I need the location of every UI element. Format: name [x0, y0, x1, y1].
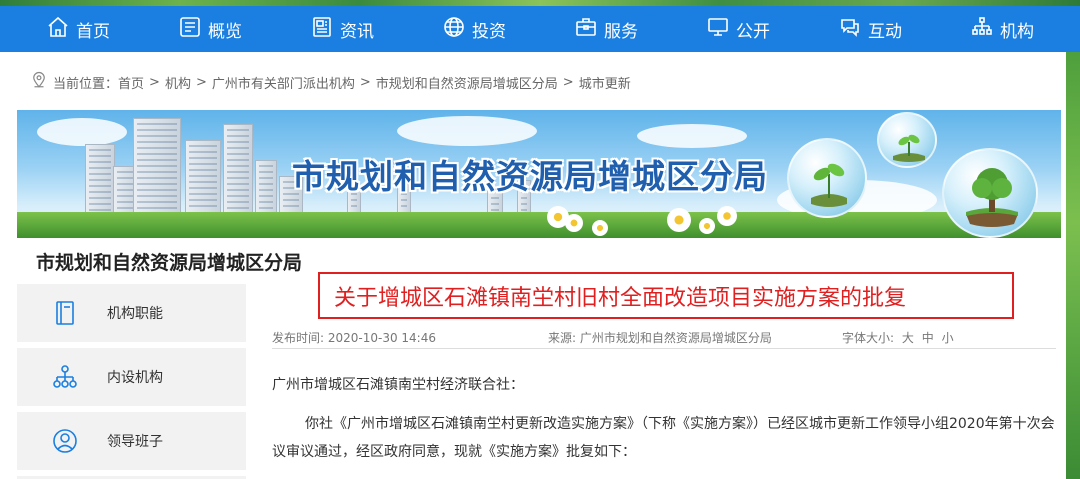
- article-meta: 发布时间: 2020-10-30 14:46 来源: 广州市规划和自然资源局增城…: [272, 327, 1056, 349]
- building: [255, 160, 277, 216]
- right-decoration: [1066, 52, 1080, 479]
- font-size-label: 字体大小:: [842, 331, 895, 345]
- article-salutation: 广州市增城区石滩镇南坣村经济联合社：: [272, 377, 524, 393]
- breadcrumb-separator: >: [149, 74, 160, 90]
- breadcrumb: 当前位置： 首页 > 机构 > 广州市有关部门派出机构 > 市规划和自然资源局增…: [30, 70, 631, 94]
- breadcrumb-current[interactable]: 城市更新: [579, 73, 631, 92]
- building: [133, 118, 181, 216]
- breadcrumb-separator: >: [562, 74, 574, 90]
- daisy: [565, 214, 583, 232]
- nav-item-interact[interactable]: 互动: [832, 6, 908, 52]
- nav-label: 投资: [472, 21, 506, 42]
- tree-bubble: [942, 148, 1038, 238]
- nav-item-org[interactable]: 机构: [964, 6, 1040, 52]
- breadcrumb-org[interactable]: 机构: [165, 73, 191, 92]
- user-icon: [35, 427, 95, 455]
- nav-label: 首页: [76, 21, 110, 42]
- nav-item-news[interactable]: 资讯: [304, 6, 380, 52]
- section-title: 市规划和自然资源局增城区分局: [36, 252, 303, 274]
- org-chart-icon: [35, 363, 95, 391]
- font-size-small[interactable]: 小: [942, 331, 954, 345]
- daisy: [667, 208, 691, 232]
- org-icon: [970, 15, 994, 44]
- nav-item-invest[interactable]: 投资: [436, 6, 512, 52]
- nav-item-home[interactable]: 首页: [40, 6, 116, 52]
- building: [185, 140, 221, 216]
- location-pin-icon: [30, 71, 53, 93]
- monitor-icon: [706, 15, 730, 44]
- briefcase-icon: [574, 15, 598, 44]
- article-title-highlight: 关于增城区石滩镇南坣村旧村全面改造项目实施方案的批复: [318, 272, 1014, 319]
- breadcrumb-bureau[interactable]: 市规划和自然资源局增城区分局: [376, 73, 558, 92]
- font-size-large[interactable]: 大: [902, 331, 914, 345]
- nav-label: 概览: [208, 21, 242, 42]
- daisy: [699, 218, 715, 234]
- building: [85, 144, 115, 216]
- breadcrumb-separator: >: [359, 74, 371, 90]
- building: [223, 124, 253, 216]
- news-icon: [310, 15, 334, 44]
- cloud: [37, 118, 127, 146]
- nav-label: 机构: [1000, 21, 1034, 42]
- cloud: [397, 116, 537, 146]
- publish-time: 发布时间: 2020-10-30 14:46: [272, 331, 436, 345]
- grass: [17, 212, 1061, 238]
- sidebar-item-label: 机构职能: [107, 306, 163, 322]
- daisy: [717, 206, 737, 226]
- nav-label: 公开: [736, 21, 770, 42]
- font-size-controls: 字体大小: 大 中 小: [842, 329, 954, 346]
- banner: 市规划和自然资源局增城区分局: [17, 110, 1061, 238]
- article-source: 来源: 广州市规划和自然资源局增城区分局: [548, 331, 772, 345]
- nav-item-public[interactable]: 公开: [700, 6, 776, 52]
- font-size-medium[interactable]: 中: [922, 331, 934, 345]
- nav-label: 资讯: [340, 21, 374, 42]
- banner-title: 市规划和自然资源局增城区分局: [292, 157, 768, 196]
- grid-icon: [178, 15, 202, 44]
- article-body: 你社《广州市增城区石滩镇南坣村更新改造实施方案》（下称《实施方案》）已经区城市更…: [272, 416, 1055, 460]
- breadcrumb-dept[interactable]: 广州市有关部门派出机构: [212, 73, 355, 92]
- book-icon: [35, 299, 95, 327]
- nav-label: 互动: [868, 21, 902, 42]
- article-title: 关于增城区石滩镇南坣村旧村全面改造项目实施方案的批复: [334, 285, 907, 311]
- home-icon: [46, 15, 70, 44]
- nav-item-service[interactable]: 服务: [568, 6, 644, 52]
- plant-bubble: [787, 138, 867, 218]
- nav-label: 服务: [604, 21, 638, 42]
- chat-icon: [838, 15, 862, 44]
- breadcrumb-separator: >: [195, 74, 207, 90]
- main-nav: 首页 概览 资讯 投资 服务 公开 互动 机构: [0, 6, 1080, 52]
- globe-icon: [442, 15, 466, 44]
- sidebar-item-functions[interactable]: 机构职能: [17, 284, 246, 342]
- nav-item-overview[interactable]: 概览: [172, 6, 248, 52]
- sidebar-item-label: 内设机构: [107, 370, 163, 386]
- cloud: [637, 124, 747, 148]
- daisy: [592, 220, 608, 236]
- breadcrumb-home[interactable]: 首页: [118, 73, 144, 92]
- sidebar-item-departments[interactable]: 内设机构: [17, 348, 246, 406]
- sidebar-item-leadership[interactable]: 领导班子: [17, 412, 246, 470]
- sprout-bubble: [877, 112, 937, 168]
- sidebar-item-label: 领导班子: [107, 434, 163, 450]
- breadcrumb-prefix: 当前位置：: [53, 76, 119, 92]
